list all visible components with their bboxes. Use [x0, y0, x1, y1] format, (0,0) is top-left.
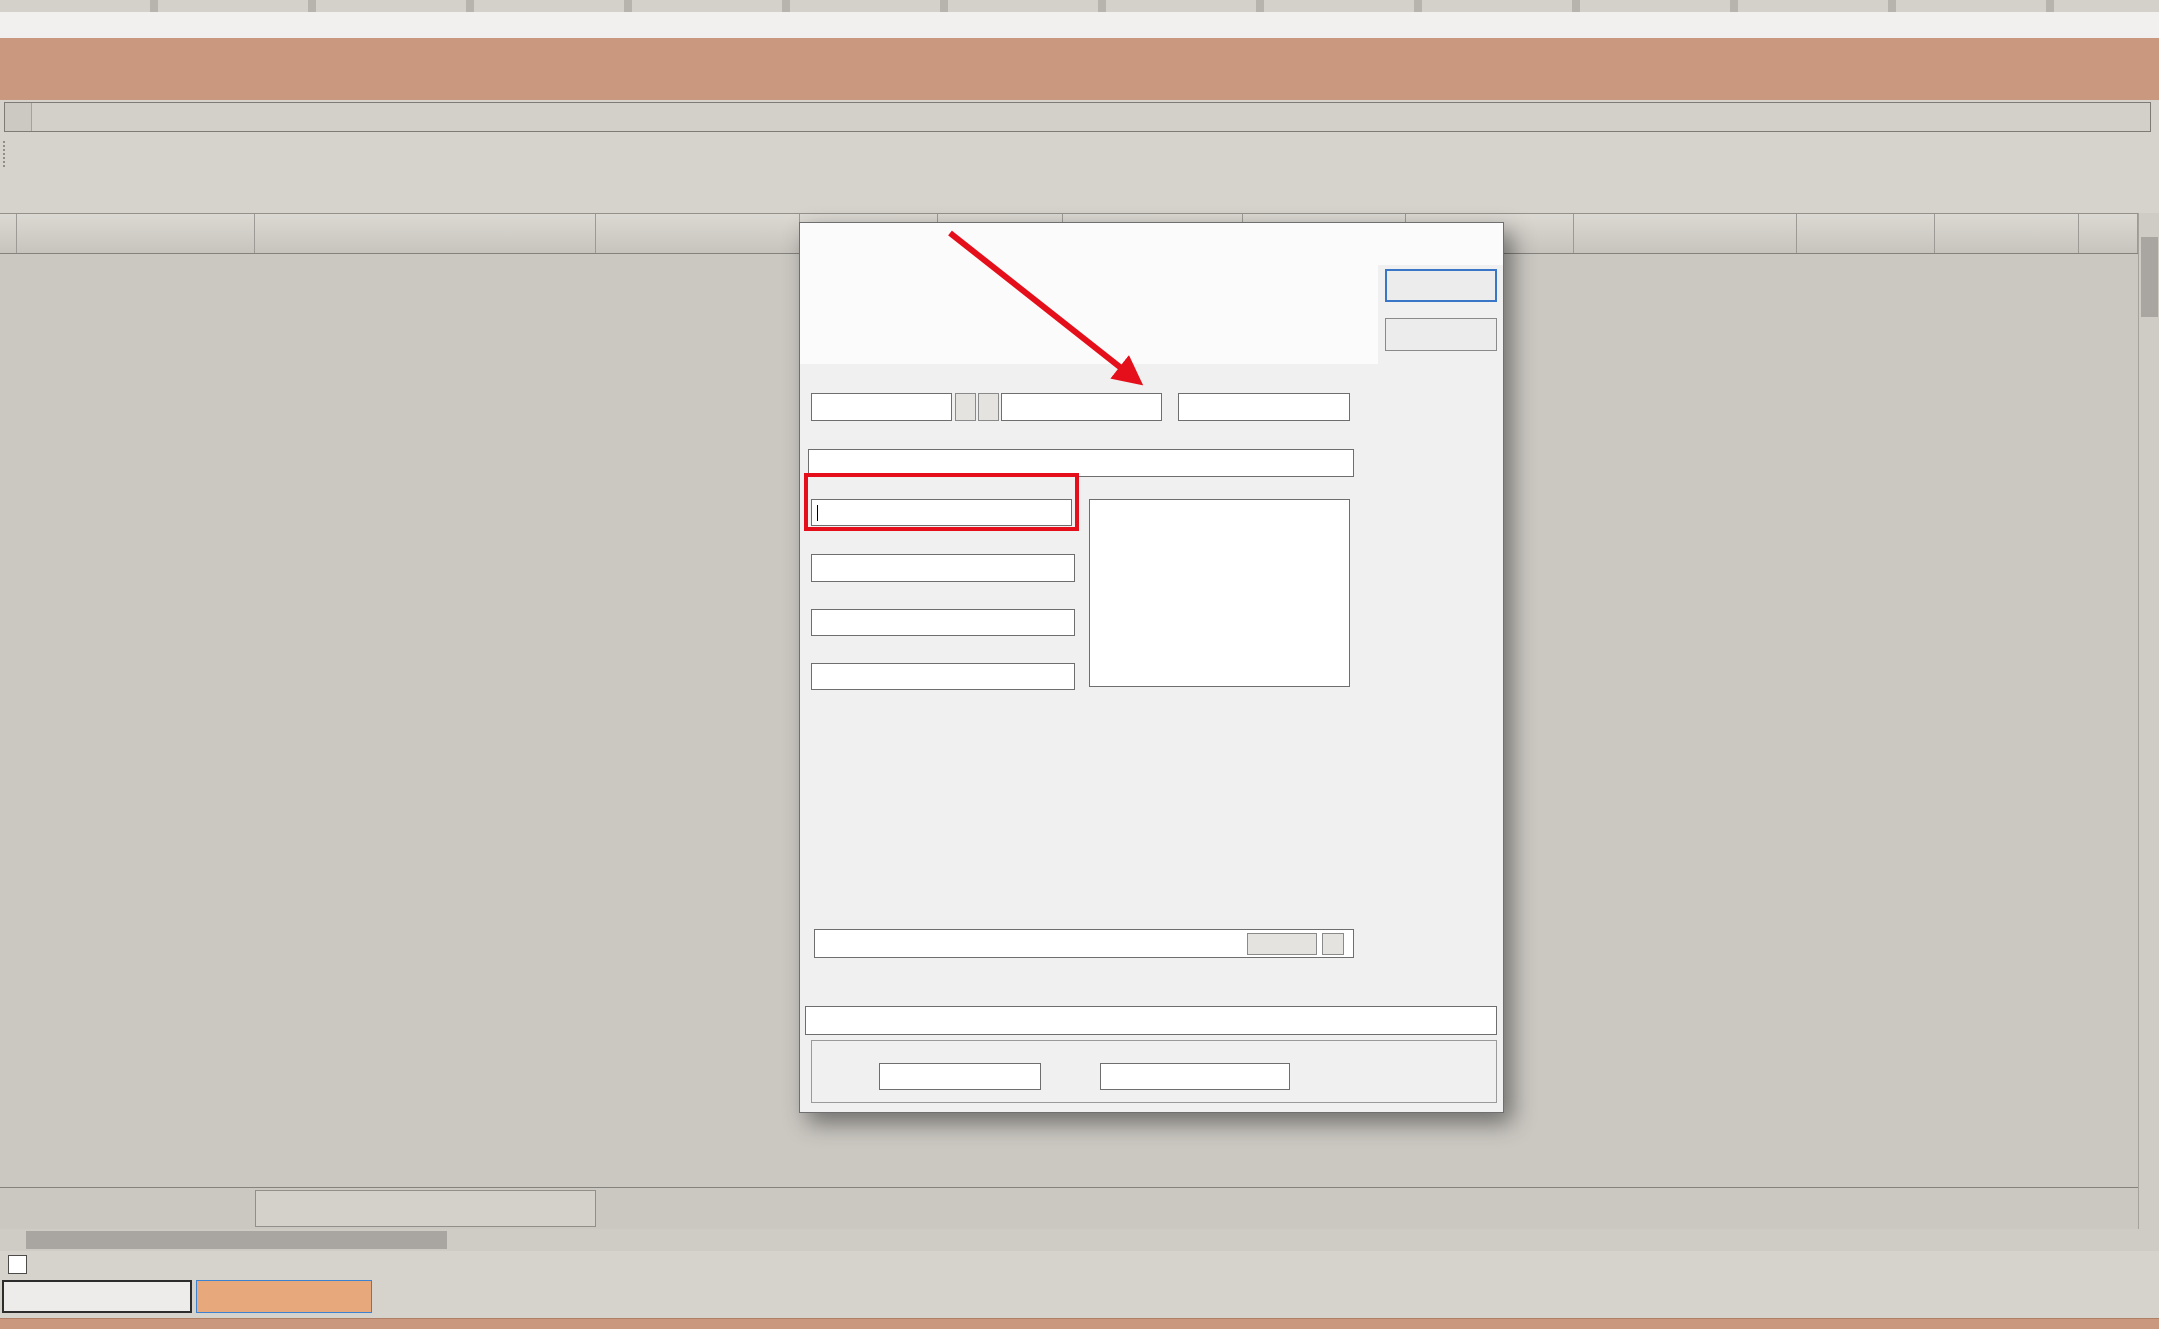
record-counter	[255, 1190, 596, 1227]
column-header-indicator[interactable]	[0, 214, 17, 253]
bottom-strip	[0, 1318, 2159, 1329]
tab-golovna[interactable]	[2, 1280, 192, 1313]
column-header-is-supplier[interactable]	[1797, 214, 1935, 253]
application-window	[0, 0, 2159, 1329]
toolbar	[0, 133, 2159, 174]
toolbar-drag-handle[interactable]	[3, 141, 10, 167]
table-footer	[0, 1187, 2138, 1230]
horizontal-scrollbar[interactable]	[0, 1229, 2159, 1251]
menu-bar	[0, 12, 2159, 39]
verify-button[interactable]	[1247, 933, 1317, 955]
search-row	[0, 100, 2159, 133]
details-row	[0, 1253, 2159, 1280]
record-created-group	[811, 1040, 1497, 1103]
verify-clear-button[interactable]	[1322, 933, 1344, 955]
phone-field[interactable]	[811, 609, 1075, 636]
note-field[interactable]	[805, 1006, 1497, 1035]
column-header-head-enterprise[interactable]	[1574, 214, 1797, 253]
refresh-button[interactable]	[2104, 142, 2133, 165]
comment-field[interactable]	[1089, 499, 1350, 687]
city-clear-button[interactable]	[978, 393, 999, 421]
horizontal-scroll-thumb[interactable]	[26, 1231, 447, 1249]
fax-field[interactable]	[811, 663, 1075, 690]
vertical-scroll-thumb[interactable]	[2141, 237, 2158, 317]
bottom-tab-bar	[0, 1280, 2159, 1318]
app-icon	[8, 14, 30, 36]
column-header-id[interactable]	[17, 214, 255, 253]
search-input[interactable]	[32, 106, 2150, 128]
city-field[interactable]	[811, 393, 952, 421]
firm-dialog	[799, 222, 1504, 1113]
show-details-checkbox[interactable]	[8, 1255, 27, 1274]
restore-button[interactable]	[2087, 14, 2123, 36]
author-field[interactable]	[879, 1063, 1041, 1090]
minimize-button[interactable]	[2051, 14, 2087, 36]
tab-firmy[interactable]	[196, 1280, 372, 1313]
column-header-name[interactable]	[255, 214, 596, 253]
dialog-title-bar	[800, 223, 1503, 265]
ok-button[interactable]	[1385, 269, 1497, 302]
extra-address-field[interactable]	[811, 554, 1075, 582]
postal-address-field[interactable]	[808, 449, 1354, 477]
region-field[interactable]	[1178, 393, 1350, 421]
column-header-okpo[interactable]	[596, 214, 800, 253]
internet-address-field[interactable]	[811, 499, 1072, 526]
cancel-button[interactable]	[1385, 318, 1497, 351]
scroll-up-icon[interactable]	[2139, 213, 2159, 235]
column-header-type[interactable]	[2079, 214, 2138, 253]
group-panel[interactable]	[0, 174, 2159, 213]
scroll-right-icon[interactable]	[2100, 1229, 2121, 1251]
clipped-top-row	[0, 0, 2159, 12]
search-box[interactable]	[4, 102, 2151, 132]
refresh-icon	[2104, 142, 2127, 165]
scroll-left-icon[interactable]	[0, 1229, 21, 1251]
close-button[interactable]	[2123, 14, 2159, 36]
date-field[interactable]	[1100, 1063, 1290, 1090]
oblast-field[interactable]	[1001, 393, 1162, 421]
search-icon	[5, 103, 32, 131]
scroll-down-icon[interactable]	[2139, 1207, 2159, 1229]
column-header-price-terms[interactable]	[1935, 214, 2079, 253]
page-header	[0, 38, 2159, 100]
vertical-scrollbar[interactable]	[2138, 213, 2159, 1229]
city-browse-button[interactable]	[955, 393, 976, 421]
text-cursor	[817, 505, 818, 521]
